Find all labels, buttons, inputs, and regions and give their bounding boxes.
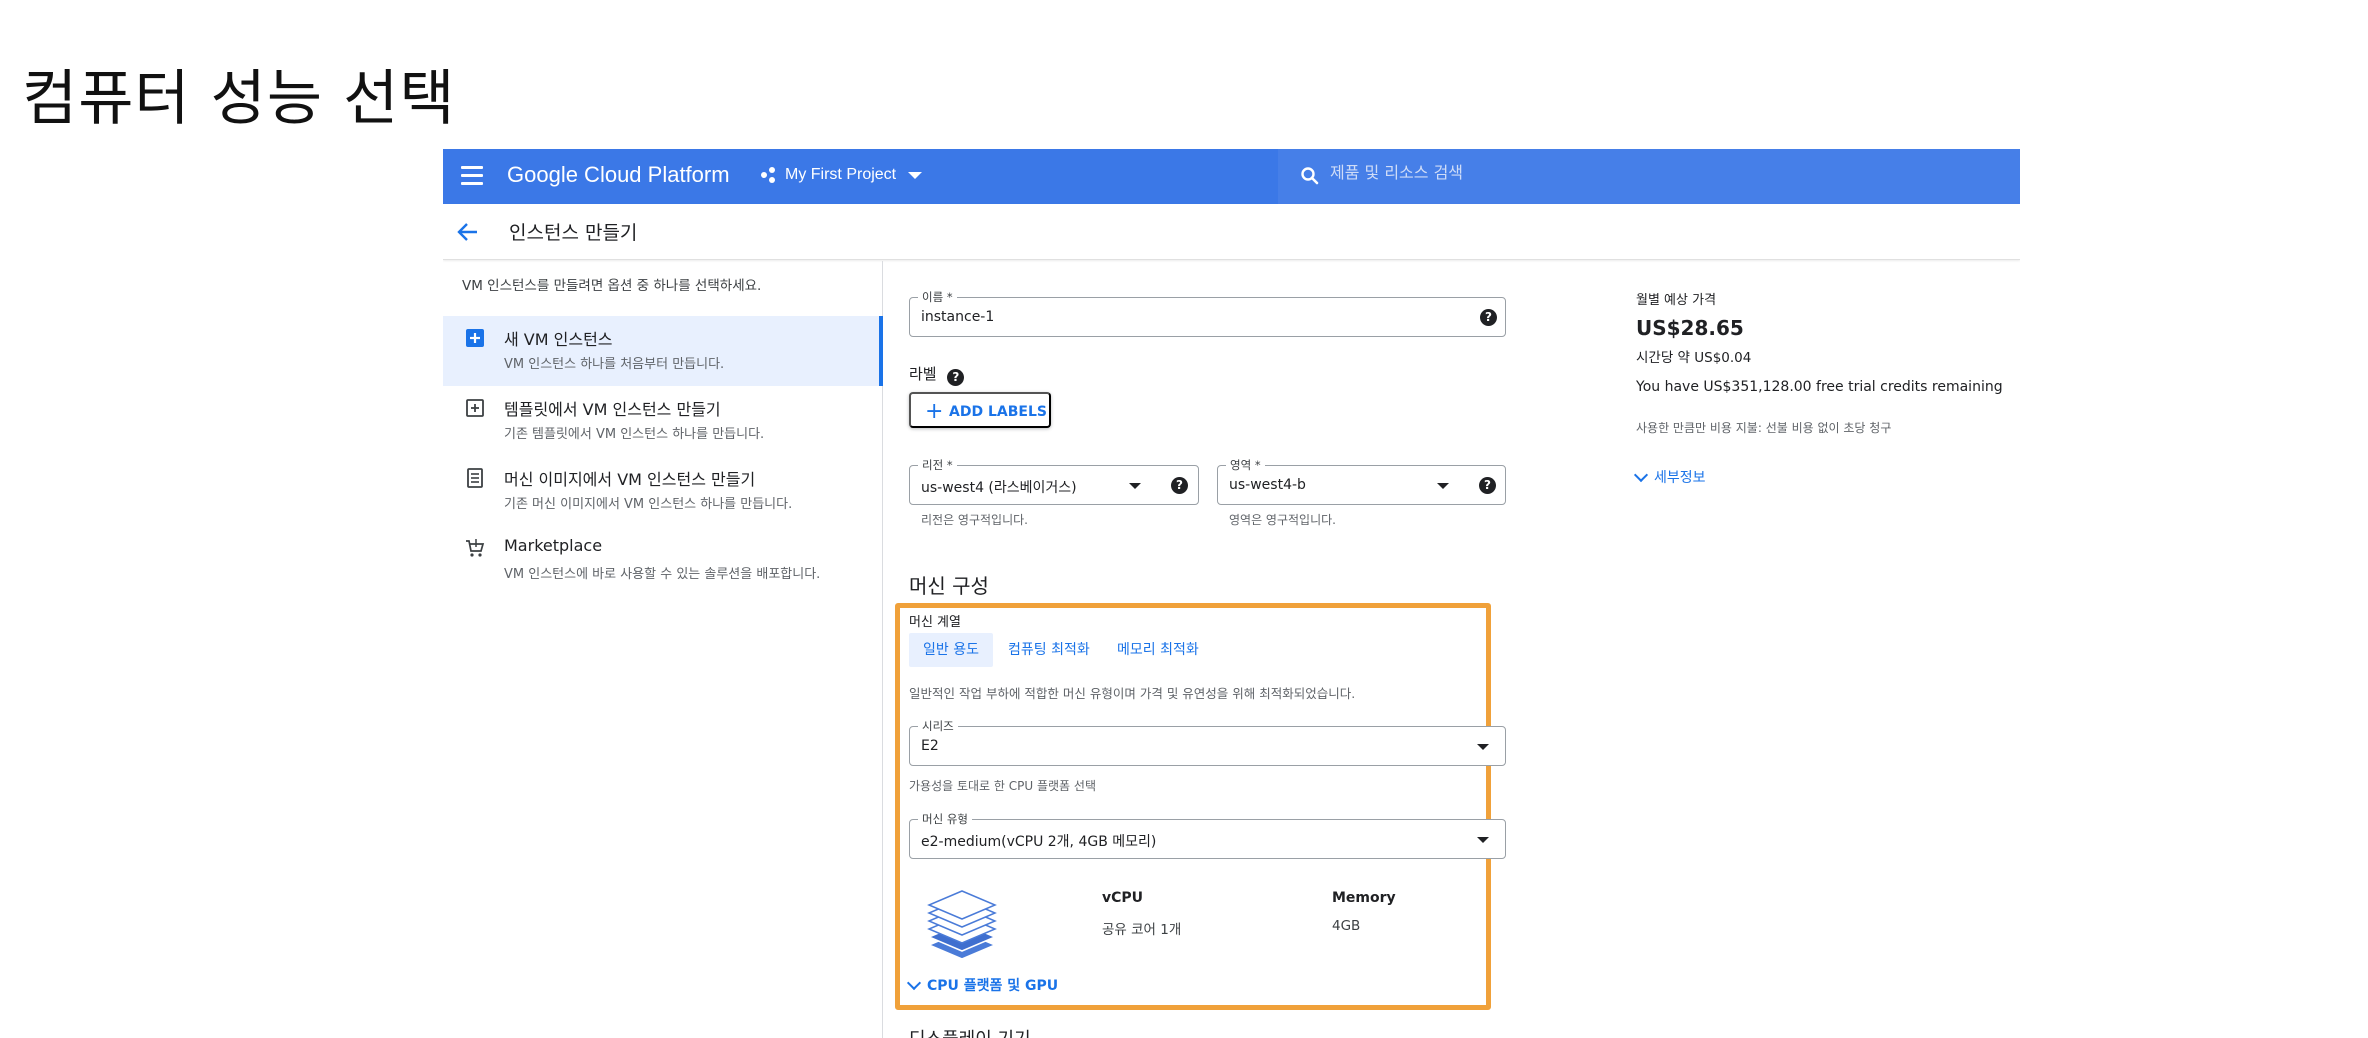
region-select[interactable]: 리전 * us-west4 (라스베이거스) ?: [909, 457, 1199, 505]
plus-icon: +: [925, 399, 944, 424]
machine-type-select[interactable]: 머신 유형 e2-medium(vCPU 2개, 4GB 메모리): [909, 811, 1506, 859]
layers-icon: [927, 890, 997, 959]
machine-config-title: 머신 구성: [909, 574, 989, 598]
machine-family-desc: 일반적인 작업 부하에 적합한 머신 유형이며 가격 및 유연성을 위해 최적화…: [909, 686, 1356, 701]
zone-select[interactable]: 영역 * us-west4-b ?: [1217, 457, 1506, 505]
menu-icon[interactable]: [461, 166, 483, 186]
option-title: 머신 이미지에서 VM 인스턴스 만들기: [504, 470, 756, 489]
memory-value: 4GB: [1332, 918, 1361, 934]
project-icon: [761, 167, 777, 183]
dropdown-arrow-icon: [1437, 483, 1449, 489]
chevron-down-icon: [906, 975, 922, 990]
series-label: 시리즈: [918, 718, 958, 734]
machine-image-icon: [467, 468, 483, 488]
brand-title[interactable]: Google Cloud Platform: [507, 162, 730, 188]
name-label: 이름 *: [918, 289, 957, 305]
series-value: E2: [921, 738, 939, 754]
tab-compute-optimized[interactable]: 컴퓨팅 최적화: [994, 633, 1104, 667]
monthly-estimate-label: 월별 예상 가격: [1636, 293, 1717, 308]
labels-heading: 라벨 ?: [909, 363, 965, 386]
option-from-template[interactable]: 템플릿에서 VM 인스턴스 만들기 기존 템플릿에서 VM 인스턴스 하나를 만…: [443, 386, 883, 456]
page-title: 인스턴스 만들기: [509, 222, 638, 244]
add-box-icon: [466, 329, 484, 347]
machine-type-label: 머신 유형: [918, 811, 972, 827]
help-icon[interactable]: ?: [1480, 309, 1497, 326]
project-name: My First Project: [785, 166, 897, 183]
help-icon[interactable]: ?: [1171, 477, 1188, 494]
vcpu-heading: vCPU: [1102, 890, 1144, 906]
project-selector[interactable]: My First Project: [761, 166, 923, 184]
free-credits-text: You have US$351,128.00 free trial credit…: [1636, 379, 2003, 395]
help-icon[interactable]: ?: [1479, 477, 1496, 494]
machine-type-value: e2-medium(vCPU 2개, 4GB 메모리): [921, 834, 1157, 850]
name-field[interactable]: 이름 * instance-1 ?: [909, 289, 1506, 337]
series-select[interactable]: 시리즈 E2: [909, 718, 1506, 766]
option-from-machine-image[interactable]: 머신 이미지에서 VM 인스턴스 만들기 기존 머신 이미지에서 VM 인스턴스…: [443, 456, 883, 526]
page-header: 인스턴스 만들기: [443, 204, 2020, 260]
zone-value: us-west4-b: [1229, 477, 1306, 493]
dropdown-arrow-icon: [1129, 483, 1141, 489]
zone-label: 영역 *: [1226, 457, 1265, 473]
series-hint: 가용성을 토대로 한 CPU 플랫폼 선택: [909, 779, 1096, 793]
template-icon: [466, 399, 484, 417]
option-desc: VM 인스턴스에 바로 사용할 수 있는 솔루션을 배포합니다.: [504, 567, 821, 582]
tab-memory-optimized[interactable]: 메모리 최적화: [1103, 633, 1213, 667]
memory-heading: Memory: [1332, 890, 1396, 906]
search-bar[interactable]: [1278, 149, 2020, 204]
creation-options-panel: VM 인스턴스를 만들려면 옵션 중 하나를 선택하세요. 새 VM 인스턴스 …: [443, 261, 883, 1038]
caret-down-icon: [908, 171, 923, 179]
back-arrow-icon[interactable]: [455, 220, 481, 244]
slide-title: 컴퓨터 성능 선택: [22, 64, 456, 134]
billing-note: 사용한 만큼만 비용 지불: 선불 비용 없이 초당 청구: [1636, 421, 1892, 435]
zone-hint: 영역은 영구적입니다.: [1229, 513, 1336, 527]
cpu-platform-gpu-link[interactable]: CPU 플랫폼 및 GPU: [906, 975, 1058, 995]
machine-family-label: 머신 계열: [909, 615, 961, 630]
chevron-down-icon: [1633, 467, 1649, 482]
region-label: 리전 *: [918, 457, 957, 473]
dropdown-arrow-icon: [1477, 837, 1489, 843]
name-value: instance-1: [921, 309, 995, 325]
details-link[interactable]: 세부정보: [1633, 467, 1706, 487]
help-icon[interactable]: ?: [947, 369, 965, 386]
option-title: Marketplace: [504, 536, 603, 555]
region-value: us-west4 (라스베이거스): [921, 480, 1077, 496]
dropdown-arrow-icon: [1477, 744, 1489, 750]
search-icon: [1301, 167, 1319, 185]
option-title: 새 VM 인스턴스: [504, 330, 613, 349]
tab-general-purpose[interactable]: 일반 용도: [909, 633, 993, 667]
option-title: 템플릿에서 VM 인스턴스 만들기: [504, 400, 721, 419]
display-device-title: 디스플레이 기기: [909, 1025, 1031, 1038]
top-app-bar: Google Cloud Platform My First Project: [443, 149, 2020, 204]
vcpu-value: 공유 코어 1개: [1102, 922, 1182, 938]
options-intro: VM 인스턴스를 만들려면 옵션 중 하나를 선택하세요.: [462, 278, 762, 294]
cart-icon: [466, 539, 485, 557]
gcp-screenshot: Google Cloud Platform My First Project 인…: [443, 149, 2020, 1038]
option-new-vm[interactable]: 새 VM 인스턴스 VM 인스턴스 하나를 처음부터 만듭니다.: [443, 316, 883, 386]
option-marketplace[interactable]: Marketplace VM 인스턴스에 바로 사용할 수 있는 솔루션을 배포…: [443, 526, 883, 596]
option-desc: 기존 템플릿에서 VM 인스턴스 하나를 만듭니다.: [504, 427, 765, 442]
option-desc: 기존 머신 이미지에서 VM 인스턴스 하나를 만듭니다.: [504, 497, 793, 512]
add-labels-button[interactable]: + ADD LABELS: [909, 392, 1051, 428]
search-input[interactable]: [1330, 163, 1830, 182]
option-desc: VM 인스턴스 하나를 처음부터 만듭니다.: [504, 357, 725, 372]
hourly-price: 시간당 약 US$0.04: [1636, 350, 1752, 366]
region-hint: 리전은 영구적입니다.: [921, 513, 1028, 527]
monthly-price: US$28.65: [1636, 316, 1744, 340]
